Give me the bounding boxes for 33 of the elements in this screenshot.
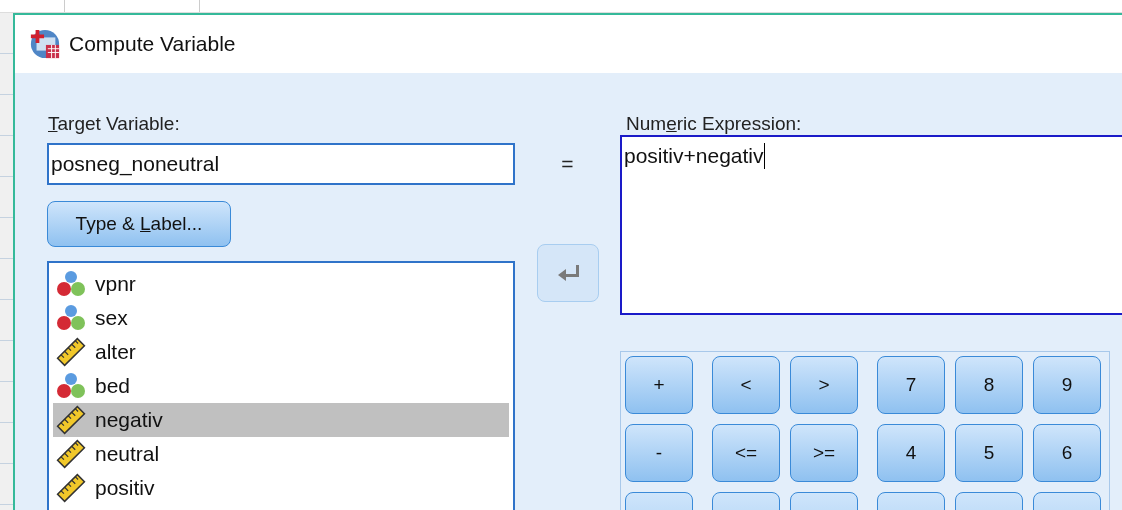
field-label: Numeric Expression: bbox=[626, 113, 803, 135]
keypad-button[interactable]: > bbox=[790, 356, 858, 414]
equals-sign: = bbox=[561, 152, 574, 176]
variable-item[interactable]: positiv bbox=[53, 471, 509, 505]
ruler-icon bbox=[55, 405, 87, 435]
numeric-expression-field[interactable]: positiv+negativ bbox=[620, 135, 1122, 315]
variable-item[interactable]: negativ bbox=[53, 403, 509, 437]
keypad-button[interactable]: <= bbox=[712, 424, 780, 482]
target-variable-field[interactable]: posneg_noneutral bbox=[47, 143, 515, 185]
keypad-button[interactable]: 8 bbox=[955, 356, 1023, 414]
variable-item[interactable]: sex bbox=[53, 301, 509, 335]
field-label: Target Variable: bbox=[48, 113, 181, 135]
window-title: Compute Variable bbox=[69, 32, 236, 56]
keypad-button[interactable]: 7 bbox=[877, 356, 945, 414]
variable-item[interactable]: bed bbox=[53, 369, 509, 403]
variable-item[interactable]: alter bbox=[53, 335, 509, 369]
three-balls-icon bbox=[55, 269, 87, 299]
type-label-button[interactable]: Type & Label... bbox=[47, 201, 231, 247]
keypad-button[interactable]: 6 bbox=[1033, 424, 1101, 482]
keypad-button[interactable]: 9 bbox=[1033, 356, 1101, 414]
three-balls-icon bbox=[55, 371, 87, 401]
keypad-button[interactable]: + bbox=[625, 356, 693, 414]
variable-item[interactable]: vpnr bbox=[53, 267, 509, 301]
move-button[interactable] bbox=[536, 244, 599, 302]
keypad-button[interactable]: >= bbox=[790, 424, 858, 482]
three-balls-icon bbox=[55, 303, 87, 333]
variable-item[interactable]: neutral bbox=[53, 437, 509, 471]
variable-list[interactable]: vpnr sex alter bed negativ neutral positiv bbox=[47, 261, 515, 510]
keypad-button[interactable]: - bbox=[625, 424, 693, 482]
keypad-button[interactable]: < bbox=[712, 356, 780, 414]
keypad-button[interactable]: 5 bbox=[955, 424, 1023, 482]
calculator-grid-icon bbox=[29, 28, 61, 60]
keypad-button[interactable]: 4 bbox=[877, 424, 945, 482]
